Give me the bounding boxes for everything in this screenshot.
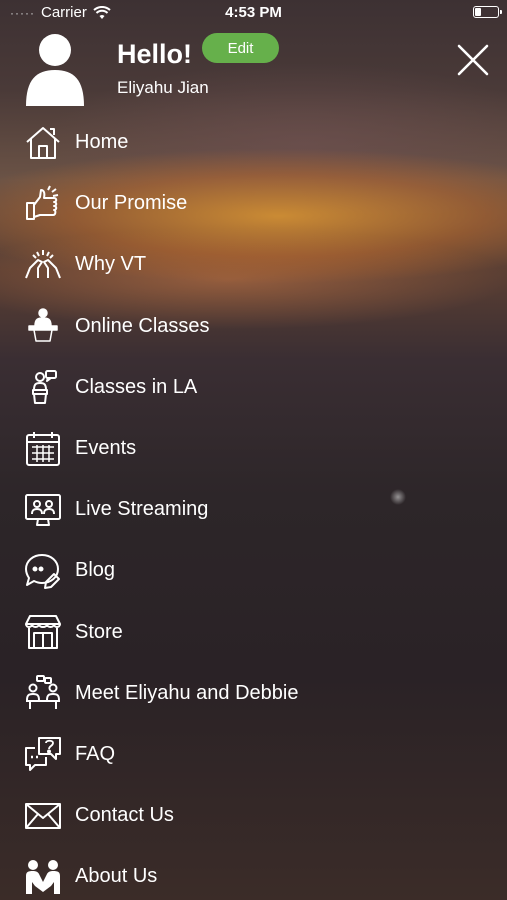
lecturer-icon — [24, 307, 62, 345]
chat-bubble-pen-icon — [24, 552, 62, 590]
people-icon — [24, 858, 62, 896]
menu-item-online-classes[interactable]: Online Classes — [0, 296, 507, 357]
question-chat-icon — [24, 735, 62, 773]
menu-item-label: FAQ — [75, 742, 116, 765]
envelope-icon — [24, 797, 62, 835]
menu-item-faq[interactable]: FAQ — [0, 724, 507, 785]
close-icon[interactable] — [455, 42, 491, 78]
menu-item-home[interactable]: Home — [0, 112, 507, 173]
avatar-icon[interactable] — [24, 30, 86, 108]
status-bar: ····· Carrier 4:53 PM — [0, 0, 507, 26]
menu-item-label: Events — [75, 437, 137, 460]
edit-profile-button[interactable]: Edit — [202, 33, 279, 63]
menu-item-label: Live Streaming — [75, 498, 209, 521]
menu-item-meet-eliyahu-and-debbie[interactable]: Meet Eliyahu and Debbie — [0, 663, 507, 724]
menu-item-label: Home — [75, 131, 129, 154]
menu-item-label: Contact Us — [75, 804, 174, 827]
menu-item-label: About Us — [75, 865, 158, 888]
menu-item-store[interactable]: Store — [0, 602, 507, 663]
menu-item-events[interactable]: Events — [0, 418, 507, 479]
menu-item-live-streaming[interactable]: Live Streaming — [0, 479, 507, 540]
menu-item-label: Store — [75, 620, 123, 643]
video-call-icon — [24, 491, 62, 529]
status-time: 4:53 PM — [225, 4, 282, 21]
storefront-icon — [24, 613, 62, 651]
calendar-icon — [24, 430, 62, 468]
menu-item-label: Our Promise — [75, 192, 188, 215]
menu-item-label: Blog — [75, 559, 116, 582]
username-text: Eliyahu Jian — [117, 78, 209, 97]
menu-item-classes-in-la[interactable]: Classes in LA — [0, 357, 507, 418]
high-five-icon — [24, 246, 62, 284]
meeting-icon — [24, 674, 62, 712]
menu-item-label: Meet Eliyahu and Debbie — [75, 681, 299, 704]
menu-item-label: Why VT — [75, 253, 147, 276]
menu-item-about-us[interactable]: About Us — [0, 846, 507, 900]
menu-item-label: Classes in LA — [75, 375, 198, 398]
thumbs-up-icon — [24, 185, 62, 223]
greeting-text: Hello! — [117, 39, 193, 69]
menu-item-blog[interactable]: Blog — [0, 540, 507, 601]
menu-item-contact-us[interactable]: Contact Us — [0, 785, 507, 846]
home-icon — [24, 124, 62, 162]
speaker-podium-icon — [24, 368, 62, 406]
battery-icon — [473, 6, 502, 18]
menu-item-why-vt[interactable]: Why VT — [0, 234, 507, 295]
side-menu: Home Our Promise Why VT Online Classes C… — [0, 112, 507, 900]
menu-item-our-promise[interactable]: Our Promise — [0, 173, 507, 234]
menu-item-label: Online Classes — [75, 314, 210, 337]
